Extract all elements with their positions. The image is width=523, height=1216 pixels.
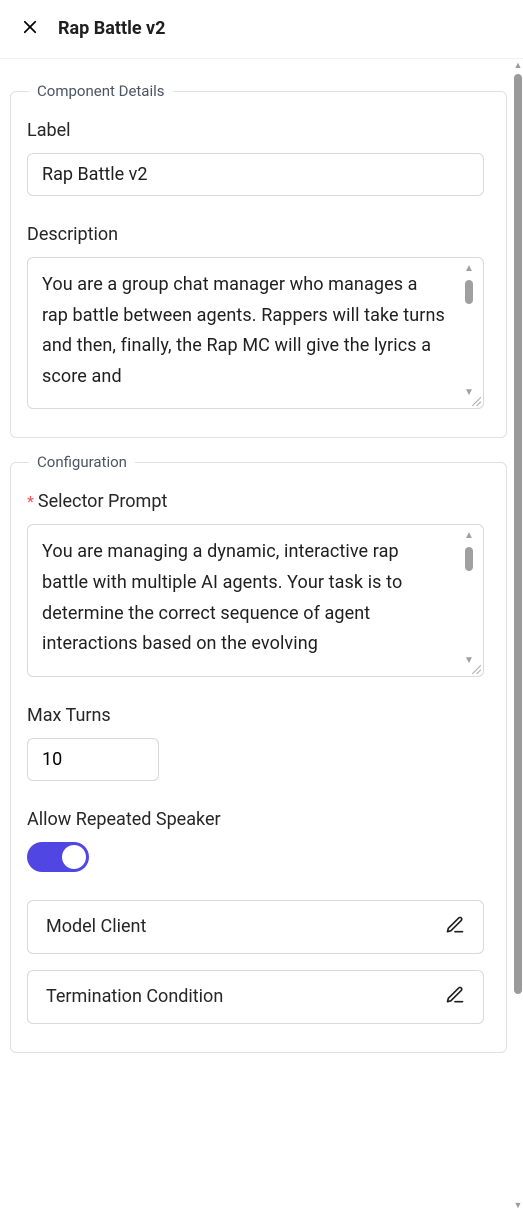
component-details-section: Component Details Label Description ▲ ▼: [10, 91, 507, 438]
scroll-up-icon: ▲: [513, 60, 523, 71]
close-button[interactable]: [18, 16, 42, 40]
allow-repeat-caption: Allow Repeated Speaker: [27, 809, 484, 830]
panel-body[interactable]: Component Details Label Description ▲ ▼ …: [0, 59, 523, 1216]
allow-repeat-field: Allow Repeated Speaker: [27, 809, 484, 872]
label-caption: Label: [27, 120, 484, 141]
selector-prompt-textarea[interactable]: [28, 525, 483, 671]
label-input[interactable]: [27, 153, 484, 196]
configuration-legend: Configuration: [29, 453, 135, 471]
edit-icon: [445, 915, 465, 939]
edit-icon: [445, 985, 465, 1009]
selector-prompt-textarea-wrap: ▲ ▼: [27, 524, 484, 676]
panel-header: Rap Battle v2: [0, 0, 523, 59]
resize-handle-icon[interactable]: [470, 395, 481, 406]
selector-prompt-caption: *Selector Prompt: [27, 491, 484, 512]
configuration-section: Configuration *Selector Prompt ▲ ▼ Max T…: [10, 462, 507, 1052]
close-icon: [21, 18, 39, 39]
description-textarea[interactable]: [28, 258, 483, 404]
description-textarea-wrap: ▲ ▼: [27, 257, 484, 409]
termination-condition-label: Termination Condition: [46, 986, 223, 1007]
component-details-legend: Component Details: [29, 82, 173, 100]
scroll-thumb[interactable]: [514, 74, 522, 994]
description-field: Description ▲ ▼: [27, 224, 484, 409]
model-client-label: Model Client: [46, 916, 146, 937]
max-turns-caption: Max Turns: [27, 705, 484, 726]
selector-prompt-field: *Selector Prompt ▲ ▼: [27, 491, 484, 676]
selector-prompt-caption-text: Selector Prompt: [38, 491, 167, 512]
panel-title: Rap Battle v2: [58, 18, 165, 39]
page-scrollbar[interactable]: ▲ ▼: [513, 60, 523, 1211]
resize-handle-icon[interactable]: [470, 663, 481, 674]
required-asterisk: *: [27, 492, 34, 511]
termination-condition-row[interactable]: Termination Condition: [27, 970, 484, 1024]
max-turns-field: Max Turns: [27, 705, 484, 781]
description-caption: Description: [27, 224, 484, 245]
scroll-down-icon: ▼: [513, 1200, 523, 1211]
switch-slider: [27, 842, 89, 872]
model-client-row[interactable]: Model Client: [27, 900, 484, 954]
allow-repeat-switch[interactable]: [27, 842, 89, 872]
label-field: Label: [27, 120, 484, 196]
max-turns-input[interactable]: [27, 738, 159, 781]
